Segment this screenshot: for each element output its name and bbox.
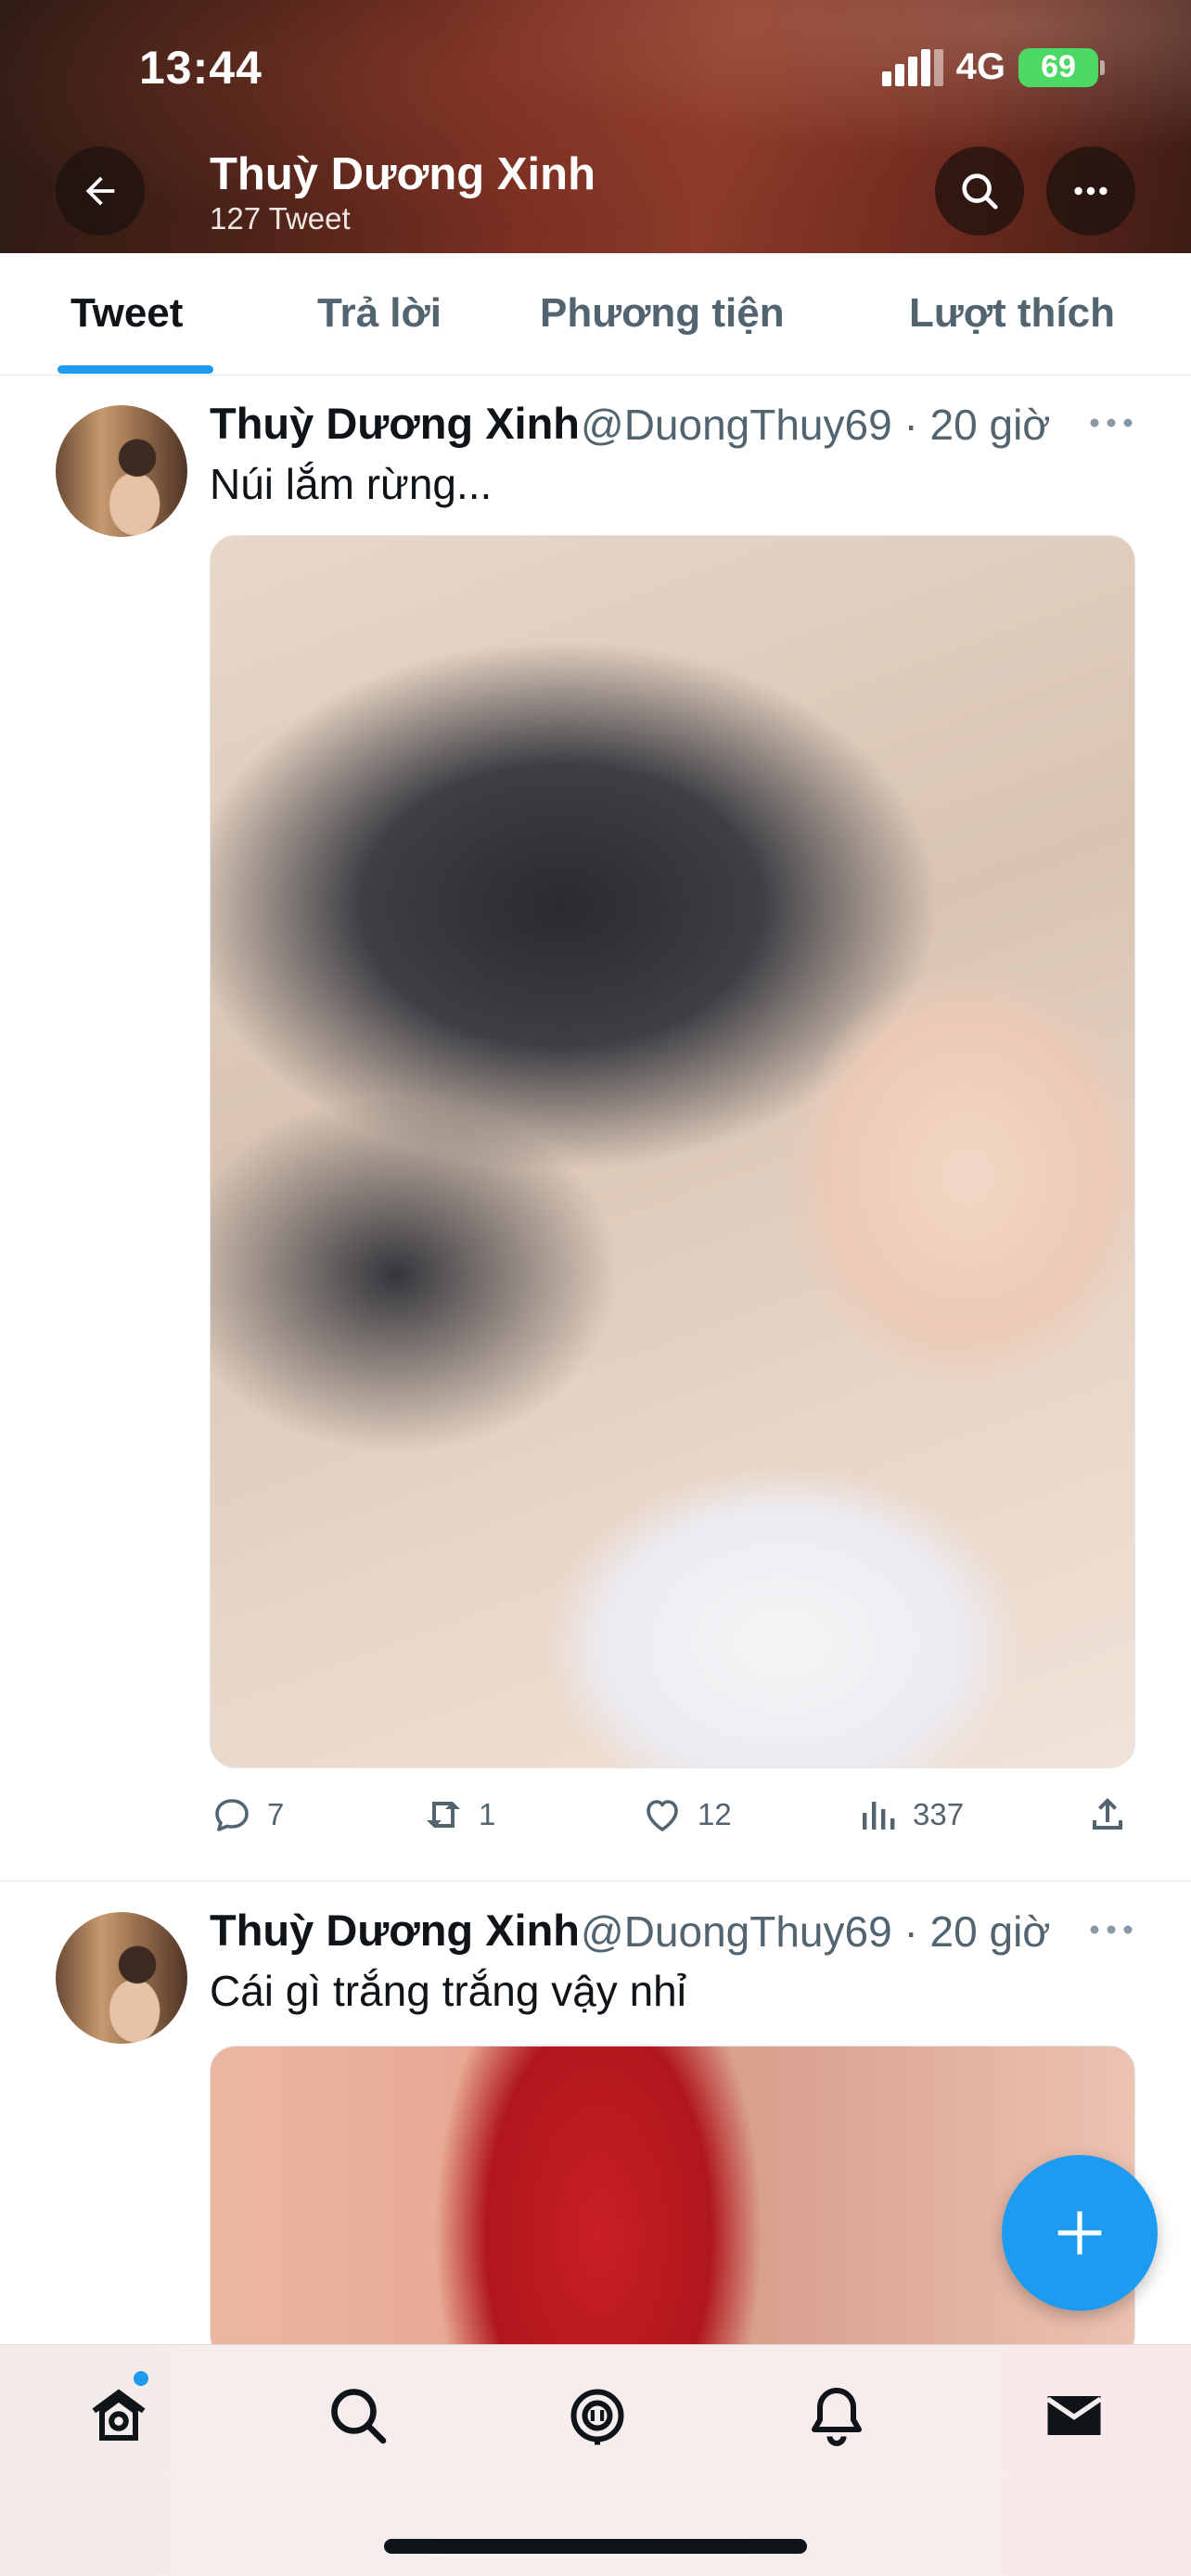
tweet-text: Núi lắm rừng... [210,460,493,508]
compose-tweet-button[interactable] [1002,2155,1158,2311]
tweet-author-name[interactable]: Thuỳ Dương Xinh [210,398,580,449]
tweet-photo[interactable] [210,535,1135,1768]
plus-icon [1057,2211,1102,2255]
status-time: 13:44 [139,42,263,94]
tweet-actions: 7 1 12 337 [210,1792,1135,1848]
heart-icon [647,1800,678,1831]
reply-button[interactable]: 7 [210,1792,284,1837]
signal-icon [881,48,943,86]
tweet-author-name[interactable]: Thuỳ Dương Xinh [210,1905,580,1956]
tab-replies[interactable]: Trả lời [317,290,442,337]
reply-count: 7 [267,1797,285,1831]
reply-icon [215,1799,249,1831]
home-icon[interactable] [85,2382,152,2449]
battery-level: 69 [1041,49,1076,84]
tweet-more-icon[interactable] [1085,1916,1137,1944]
avatar[interactable] [56,1912,187,2044]
more-options-button[interactable] [1046,147,1135,236]
tweet-handle-time: @DuongThuy69 · 20 giờ [581,1907,1051,1956]
mail-icon[interactable] [1041,2382,1108,2449]
profile-page: 13:44 4G 69 Thuỳ Dương Xinh 127 Tweet Tw… [0,0,1191,2576]
profile-name: Thuỳ Dương Xinh [210,149,596,199]
views-button[interactable]: 337 [855,1792,964,1837]
back-button[interactable] [56,147,145,236]
bell-icon[interactable] [803,2382,870,2449]
view-count: 337 [913,1797,965,1831]
retweet-count: 1 [479,1797,496,1831]
like-count: 12 [698,1797,732,1831]
network-type: 4G [955,46,1005,87]
tab-media[interactable]: Phương tiện [540,290,785,337]
tab-likes[interactable]: Lượt thích [909,290,1115,337]
share-button[interactable] [1085,1792,1130,1837]
share-icon [1093,1798,1122,1830]
profile-tabs: Tweet Trả lời Phương tiện Lượt thích [0,253,1191,376]
search-icon[interactable] [325,2382,391,2449]
arrow-left-icon [85,176,115,206]
like-button[interactable]: 12 [640,1792,732,1837]
avatar[interactable] [56,405,187,537]
active-tab-indicator [58,365,213,374]
tweet-count: 127 Tweet [210,201,351,236]
tweet-photo[interactable] [210,2046,1135,2361]
tweet-text: Cái gì trắng trắng vậy nhỉ [210,1967,686,2015]
profile-header: 13:44 4G 69 Thuỳ Dương Xinh 127 Tweet [0,0,1191,253]
search-button[interactable] [935,147,1024,236]
tab-tweet[interactable]: Tweet [70,290,183,337]
tweet-handle-time: @DuongThuy69 · 20 giờ [581,401,1051,449]
retweet-icon [427,1802,460,1828]
retweet-button[interactable]: 1 [421,1792,495,1837]
spaces-mic-icon[interactable] [564,2382,631,2449]
tweet[interactable]: Thuỳ Dương Xinh @DuongThuy69 · 20 giờ Nú… [0,376,1191,1881]
tweet-more-icon[interactable] [1085,409,1137,437]
home-indicator [384,2539,807,2554]
views-chart-icon [863,1802,895,1830]
battery-indicator: 69 [1018,47,1105,87]
home-notification-dot [134,2371,148,2386]
status-indicators: 4G 69 [881,46,1105,88]
more-dots-icon [1074,186,1108,196]
search-icon [962,173,998,210]
